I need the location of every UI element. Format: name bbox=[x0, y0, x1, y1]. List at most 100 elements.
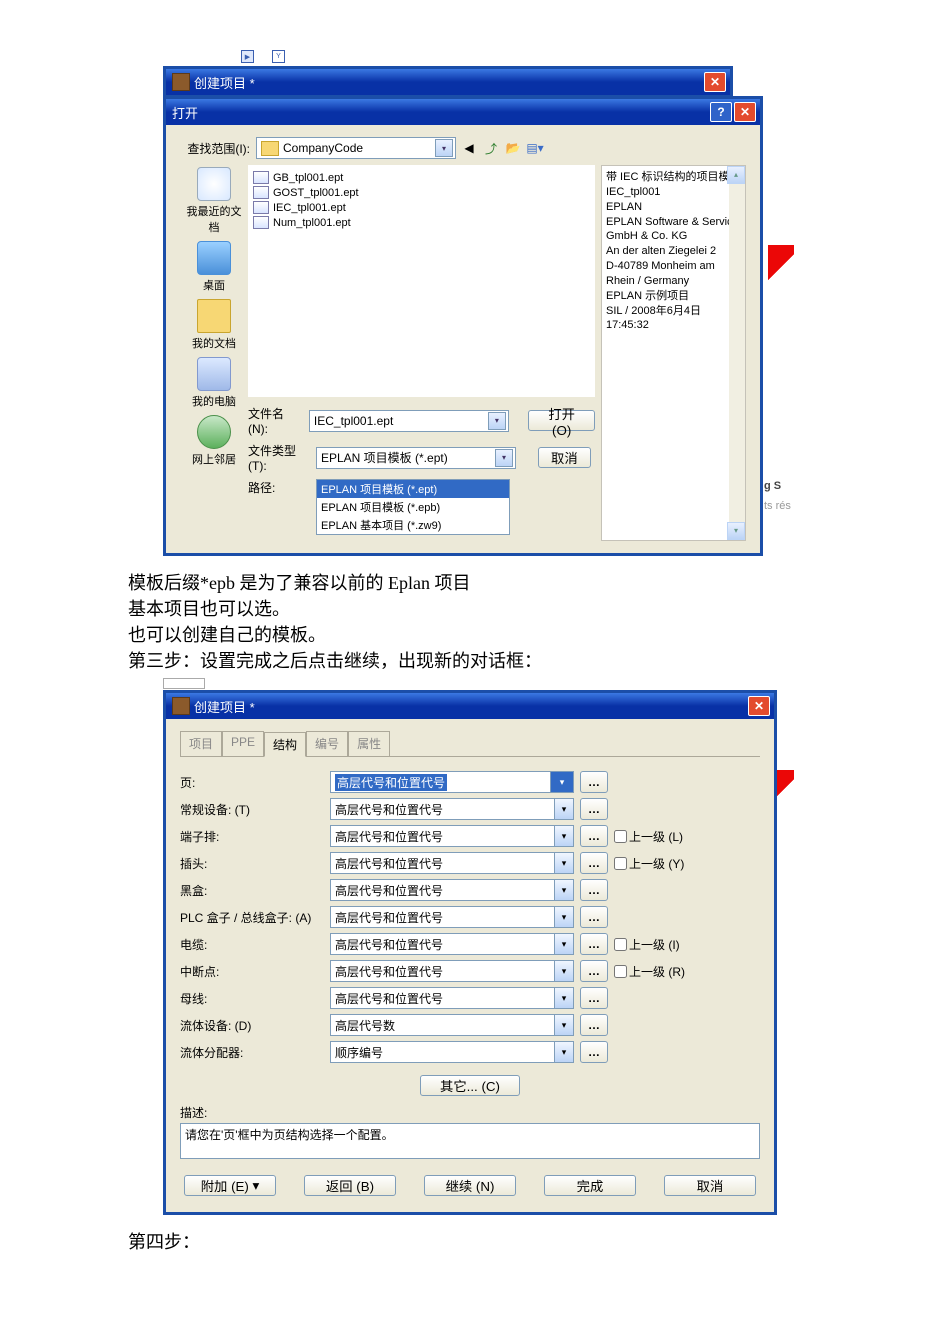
field-label: 黑盒: bbox=[180, 882, 330, 899]
folder-icon bbox=[261, 141, 279, 156]
upper-level-checkbox[interactable]: 上一级 (R) bbox=[614, 963, 685, 980]
field-select[interactable]: 高层代号和位置代号▾ bbox=[330, 825, 574, 847]
chevron-down-icon[interactable]: ▾ bbox=[554, 934, 573, 954]
extra-button[interactable]: 附加 (E) ▾ bbox=[184, 1175, 276, 1196]
scrollbar[interactable] bbox=[729, 166, 745, 540]
option[interactable]: EPLAN 基本项目 (*.zw9) bbox=[317, 516, 509, 534]
place-network[interactable]: 网上邻居 bbox=[184, 415, 244, 467]
chevron-down-icon[interactable]: ▾ bbox=[554, 1042, 573, 1062]
field-select[interactable]: 高层代号和位置代号▾ bbox=[330, 960, 574, 982]
upper-level-checkbox[interactable]: 上一级 (I) bbox=[614, 936, 680, 953]
upper-level-checkbox[interactable]: 上一级 (Y) bbox=[614, 855, 684, 872]
browse-button[interactable]: … bbox=[580, 798, 608, 820]
chevron-down-icon[interactable]: ▾ bbox=[554, 826, 573, 846]
place-mydocs[interactable]: 我的文档 bbox=[184, 299, 244, 351]
list-item[interactable]: IEC_tpl001.ept bbox=[253, 200, 590, 215]
tab-number[interactable]: 编号 bbox=[306, 731, 348, 756]
field-label: 页: bbox=[180, 774, 330, 791]
close-icon[interactable]: ✕ bbox=[734, 102, 756, 122]
help-icon[interactable]: ? bbox=[710, 102, 732, 122]
tab-project[interactable]: 项目 bbox=[180, 731, 222, 756]
field-label: 中断点: bbox=[180, 963, 330, 980]
tab-props[interactable]: 属性 bbox=[348, 731, 390, 756]
field-select[interactable]: 顺序编号▾ bbox=[330, 1041, 574, 1063]
field-select[interactable]: 高层代号和位置代号▾ bbox=[330, 987, 574, 1009]
option[interactable]: EPLAN 项目模板 (*.ept) bbox=[317, 480, 509, 498]
next-button[interactable]: 继续 (N) bbox=[424, 1175, 516, 1196]
look-in-combo[interactable]: CompanyCode bbox=[256, 137, 456, 159]
browse-button[interactable]: … bbox=[580, 906, 608, 928]
app-icon bbox=[172, 697, 190, 715]
filename-input[interactable]: IEC_tpl001.ept bbox=[309, 410, 509, 432]
titlebar-file-open: 打开 ? ✕ bbox=[166, 99, 760, 125]
body-paragraph: 模板后缀*epb 是为了兼容以前的 Eplan 项目 基本项目也可以选。 也可以… bbox=[128, 570, 950, 674]
field-select[interactable]: 高层代号和位置代号▾ bbox=[330, 852, 574, 874]
scroll-up-icon[interactable]: ▴ bbox=[727, 166, 745, 184]
close-icon[interactable]: ✕ bbox=[748, 696, 770, 716]
filetype-dropdown[interactable]: EPLAN 项目模板 (*.ept) EPLAN 项目模板 (*.epb) EP… bbox=[316, 479, 510, 535]
chevron-down-icon[interactable]: ▾ bbox=[554, 880, 573, 900]
field-select[interactable]: 高层代号和位置代号▾ bbox=[330, 771, 574, 793]
tab-ppe[interactable]: PPE bbox=[222, 731, 264, 756]
list-item[interactable]: GB_tpl001.ept bbox=[253, 170, 590, 185]
field-select[interactable]: 高层代号和位置代号▾ bbox=[330, 906, 574, 928]
browse-button[interactable]: … bbox=[580, 960, 608, 982]
titlebar-outer: 创建项目 * ✕ bbox=[166, 69, 730, 95]
list-item[interactable]: GOST_tpl001.ept bbox=[253, 185, 590, 200]
frag-text-2: ts rés bbox=[764, 500, 791, 512]
browse-button[interactable]: … bbox=[580, 933, 608, 955]
file-icon bbox=[253, 216, 269, 229]
other-button[interactable]: 其它... (C) bbox=[420, 1075, 520, 1096]
browse-button[interactable]: … bbox=[580, 879, 608, 901]
places-bar: 我最近的文档 桌面 我的文档 我的电脑 网上邻居 bbox=[180, 165, 248, 541]
view-menu-icon[interactable]: ▤▾ bbox=[526, 139, 544, 157]
field-label: 流体设备: (D) bbox=[180, 1017, 330, 1034]
up-folder-icon[interactable]: ⤴ bbox=[482, 139, 500, 157]
close-icon[interactable]: ✕ bbox=[704, 72, 726, 92]
info-panel: 带 IEC 标识结构的项目模板 IEC_tpl001 EPLAN EPLAN S… bbox=[601, 165, 746, 541]
chevron-down-icon[interactable]: ▾ bbox=[554, 907, 573, 927]
cancel-button[interactable]: 取消 bbox=[664, 1175, 756, 1196]
browse-button[interactable]: … bbox=[580, 1041, 608, 1063]
description-box: 请您在'页'框中为页结构选择一个配置。 bbox=[180, 1123, 760, 1159]
back-icon[interactable]: ◀ bbox=[460, 139, 478, 157]
scroll-down-icon[interactable]: ▾ bbox=[727, 522, 745, 540]
chevron-down-icon[interactable] bbox=[435, 139, 453, 157]
tabs: 项目 PPE 结构 编号 属性 bbox=[180, 731, 760, 757]
back-button[interactable]: 返回 (B) bbox=[304, 1175, 396, 1196]
look-in-label: 查找范围(I): bbox=[180, 140, 250, 157]
file-open-dialog: 打开 ? ✕ 查找范围(I): CompanyCode ◀ ⤴ 📂 ▤▾ 我最近… bbox=[163, 96, 763, 556]
field-select[interactable]: 高层代号和位置代号▾ bbox=[330, 798, 574, 820]
chevron-down-icon[interactable]: ▾ bbox=[554, 988, 573, 1008]
browse-button[interactable]: … bbox=[580, 1014, 608, 1036]
place-recent[interactable]: 我最近的文档 bbox=[184, 167, 244, 235]
chevron-down-icon[interactable]: ▾ bbox=[554, 853, 573, 873]
filetype-combo[interactable]: EPLAN 项目模板 (*.ept) bbox=[316, 447, 516, 469]
browse-button[interactable]: … bbox=[580, 852, 608, 874]
place-desktop[interactable]: 桌面 bbox=[184, 241, 244, 293]
chevron-down-icon[interactable]: ▾ bbox=[554, 961, 573, 981]
finish-button[interactable]: 完成 bbox=[544, 1175, 636, 1196]
open-button[interactable]: 打开(O) bbox=[528, 410, 595, 431]
new-folder-icon[interactable]: 📂 bbox=[504, 139, 522, 157]
chevron-down-icon[interactable]: ▾ bbox=[550, 772, 573, 792]
upper-level-checkbox[interactable]: 上一级 (L) bbox=[614, 828, 683, 845]
field-select[interactable]: 高层代号数▾ bbox=[330, 1014, 574, 1036]
option[interactable]: EPLAN 项目模板 (*.epb) bbox=[317, 498, 509, 516]
browse-button[interactable]: … bbox=[580, 771, 608, 793]
field-select[interactable]: 高层代号和位置代号▾ bbox=[330, 879, 574, 901]
chevron-down-icon[interactable]: ▾ bbox=[554, 1015, 573, 1035]
wizard-title: 创建项目 * bbox=[194, 697, 746, 716]
chevron-down-icon[interactable]: ▾ bbox=[554, 799, 573, 819]
browse-button[interactable]: … bbox=[580, 987, 608, 1009]
browse-button[interactable]: … bbox=[580, 825, 608, 847]
file-list[interactable]: GB_tpl001.ept GOST_tpl001.ept IEC_tpl001… bbox=[248, 165, 595, 397]
chevron-down-icon[interactable] bbox=[495, 449, 513, 467]
tab-structure[interactable]: 结构 bbox=[264, 732, 306, 757]
list-item[interactable]: Num_tpl001.ept bbox=[253, 215, 590, 230]
place-mycomputer[interactable]: 我的电脑 bbox=[184, 357, 244, 409]
bg-red-accent bbox=[768, 245, 794, 289]
field-select[interactable]: 高层代号和位置代号▾ bbox=[330, 933, 574, 955]
cancel-button[interactable]: 取消 bbox=[538, 447, 591, 468]
chevron-down-icon[interactable] bbox=[488, 412, 506, 430]
